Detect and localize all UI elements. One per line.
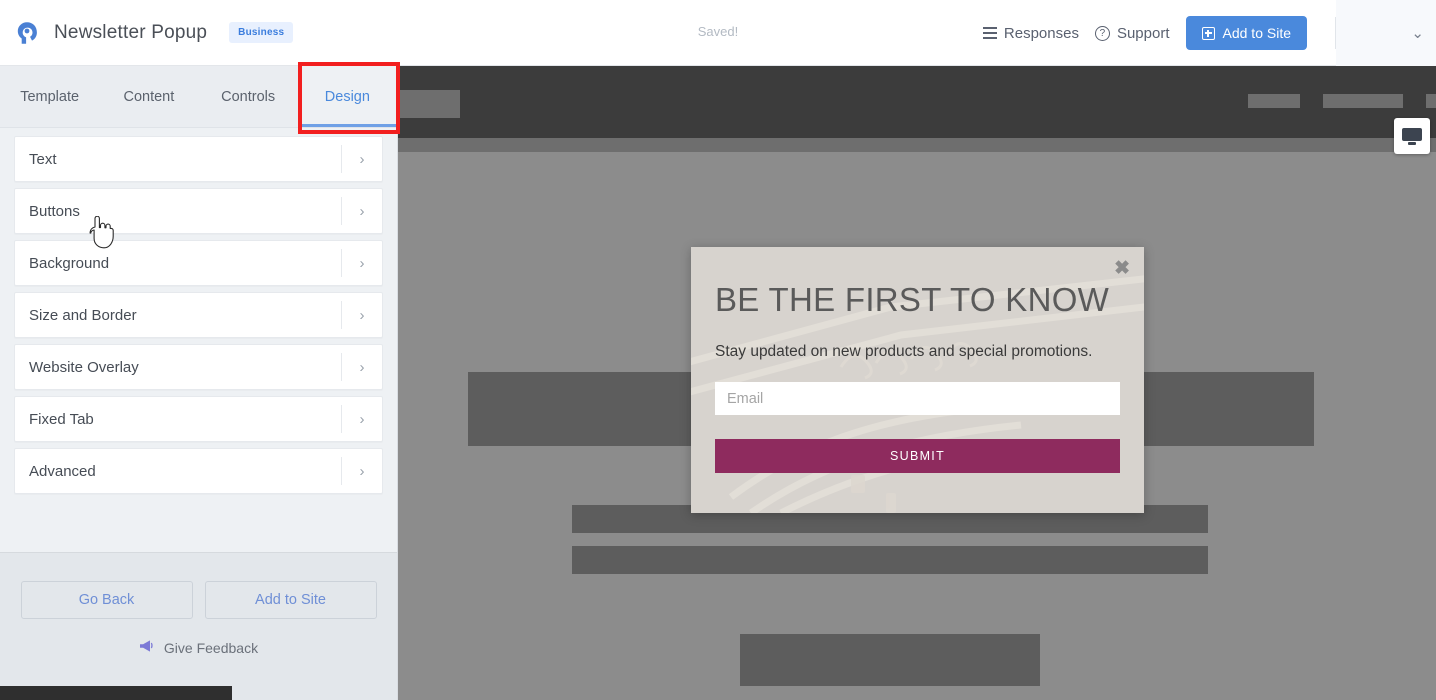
editor-tabs: Template Content Controls Design: [0, 66, 398, 128]
email-field[interactable]: [715, 382, 1120, 415]
app-header: Newsletter Popup Business Saved! Respons…: [0, 0, 1436, 66]
design-options-list: Text › Buttons › Background › Size and B…: [0, 128, 397, 552]
give-feedback-label: Give Feedback: [163, 639, 259, 656]
mock-content-block: [572, 546, 1208, 574]
support-link[interactable]: ? Support: [1094, 24, 1170, 42]
sidebar-item-fixed-tab[interactable]: Fixed Tab ›: [14, 396, 383, 442]
chevron-right-icon: ›: [359, 254, 365, 272]
mock-nav-placeholder: [1248, 94, 1300, 108]
chevron-right-icon: ›: [359, 202, 365, 220]
sidebar-item-label: Buttons: [29, 202, 80, 220]
sidebar-item-label: Advanced: [29, 462, 96, 480]
mock-site-subbar: [398, 138, 1436, 152]
support-label: Support: [1116, 24, 1170, 42]
sidebar-item-label: Background: [29, 254, 110, 272]
popup-content: BE THE FIRST TO KNOW Stay updated on new…: [691, 247, 1144, 473]
powr-logo-icon[interactable]: [10, 16, 44, 50]
sidebar-footer: Go Back Add to Site Give Feedback: [0, 552, 397, 700]
sidebar-item-text[interactable]: Text ›: [14, 136, 383, 182]
header-actions: Responses ? Support Add to Site ⌄: [982, 0, 1436, 66]
mock-nav-placeholder: [1323, 94, 1403, 108]
monitor-glyph: [1402, 127, 1422, 145]
sidebar-item-size-and-border[interactable]: Size and Border ›: [14, 292, 383, 338]
footer-buttons: Go Back Add to Site: [0, 581, 397, 619]
chevron-right-icon: ›: [359, 150, 365, 168]
editor-sidebar: Template Content Controls Design Text › …: [0, 66, 398, 700]
tab-controls[interactable]: Controls: [199, 66, 298, 127]
chevron-down-icon: ⌄: [1411, 25, 1424, 42]
desktop-monitor-icon[interactable]: [1394, 118, 1430, 154]
sidebar-item-website-overlay[interactable]: Website Overlay ›: [14, 344, 383, 390]
chevron-right-icon: ›: [359, 462, 365, 480]
mock-nav-placeholder: [1426, 94, 1436, 108]
give-feedback-link[interactable]: Give Feedback: [0, 639, 397, 656]
app-root: Newsletter Popup Business Saved! Respons…: [0, 0, 1436, 700]
newsletter-popup: ✖ BE THE FIRST TO KNOW Stay updated on n…: [691, 247, 1144, 513]
responses-link[interactable]: Responses: [982, 24, 1079, 42]
sidebar-item-buttons[interactable]: Buttons ›: [14, 188, 383, 234]
tab-controls-label: Controls: [221, 88, 276, 105]
mock-logo-placeholder: [398, 90, 460, 118]
page-title: Newsletter Popup: [54, 21, 208, 43]
popup-close-icon[interactable]: ✖: [1114, 257, 1130, 280]
tab-template[interactable]: Template: [0, 66, 99, 127]
account-menu[interactable]: ⌄: [1336, 0, 1436, 66]
chevron-right-icon: ›: [359, 410, 365, 428]
window-bottom-edge: [0, 686, 232, 700]
help-circle-icon: ?: [1094, 25, 1110, 41]
add-to-site-button[interactable]: Add to Site: [1185, 16, 1307, 50]
plus-square-icon: [1201, 26, 1215, 40]
tab-design[interactable]: Design: [297, 66, 398, 127]
popup-preview-canvas: ✖ BE THE FIRST TO KNOW Stay updated on n…: [398, 66, 1436, 700]
mock-site-header: [398, 66, 1436, 138]
tab-content[interactable]: Content: [99, 66, 198, 127]
responses-label: Responses: [1003, 24, 1079, 42]
popup-subtitle: Stay updated on new products and special…: [715, 343, 1093, 360]
list-icon: [982, 27, 997, 39]
chevron-right-icon: ›: [359, 306, 365, 324]
tab-content-label: Content: [123, 88, 175, 105]
sidebar-item-label: Fixed Tab: [29, 410, 94, 428]
sidebar-item-label: Size and Border: [29, 306, 137, 324]
plan-badge: Business: [229, 22, 294, 43]
chevron-right-icon: ›: [359, 358, 365, 376]
sidebar-item-advanced[interactable]: Advanced ›: [14, 448, 383, 494]
popup-title: BE THE FIRST TO KNOW: [715, 281, 1110, 318]
tab-design-label: Design: [324, 88, 370, 105]
megaphone-icon: [139, 639, 155, 656]
sidebar-item-background[interactable]: Background ›: [14, 240, 383, 286]
mock-content-block: [740, 634, 1040, 686]
footer-add-to-site-button[interactable]: Add to Site: [204, 581, 377, 619]
add-to-site-label: Add to Site: [1222, 25, 1292, 41]
tab-template-label: Template: [20, 88, 80, 105]
go-back-button[interactable]: Go Back: [20, 581, 193, 619]
submit-button[interactable]: SUBMIT: [715, 439, 1120, 473]
sidebar-item-label: Text: [29, 150, 57, 168]
sidebar-item-label: Website Overlay: [29, 358, 139, 376]
